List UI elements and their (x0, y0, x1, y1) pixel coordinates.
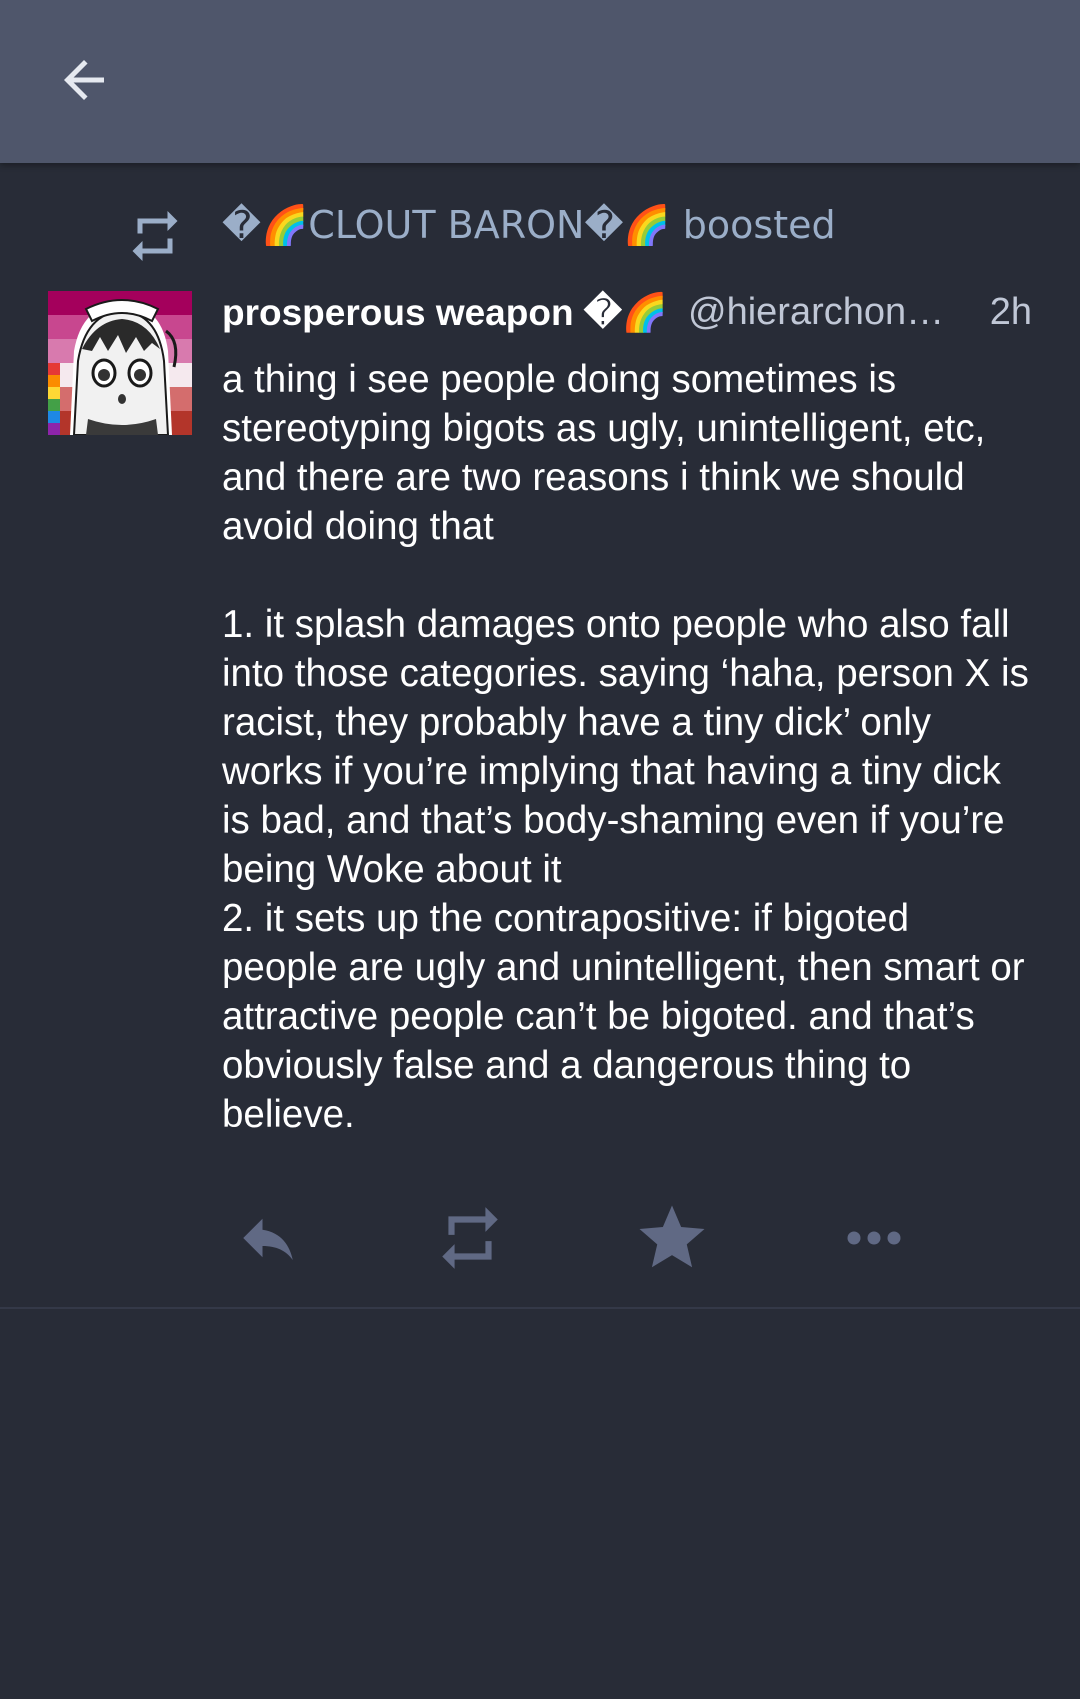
boost-text: �🌈CLOUT BARON�🌈 boosted (222, 203, 836, 247)
action-bar (222, 1198, 1032, 1278)
boost-icon (132, 211, 178, 261)
app-screen: �🌈CLOUT BARON�🌈 boosted prosperous weapo… (0, 0, 1080, 1699)
content-paragraph: a thing i see people doing sometimes is … (222, 358, 986, 548)
boost-indicator: �🌈CLOUT BARON�🌈 boosted (0, 193, 1080, 263)
more-button[interactable] (834, 1198, 914, 1278)
reply-button[interactable] (228, 1198, 308, 1278)
more-icon (847, 1231, 901, 1245)
arrow-left-icon (64, 60, 104, 100)
avatar[interactable] (48, 291, 192, 435)
status-content: a thing i see people doing sometimes is … (222, 355, 1032, 1139)
account-handle[interactable]: @hierarchon… (688, 291, 978, 334)
reply-icon (243, 1218, 293, 1260)
display-name[interactable]: prosperous weapon �🌈 (222, 291, 668, 335)
status-divider (0, 1307, 1080, 1309)
content-paragraph: 1. it splash damages onto people who als… (222, 603, 1029, 1136)
favourite-button[interactable] (632, 1198, 712, 1278)
star-icon (639, 1205, 705, 1268)
boost-icon (442, 1207, 498, 1269)
timestamp[interactable]: 2h (990, 291, 1032, 334)
status-card[interactable]: �🌈CLOUT BARON�🌈 boosted prosperous weapo… (0, 163, 1080, 1308)
avatar-image (48, 291, 192, 435)
top-bar (0, 0, 1080, 163)
boost-button[interactable] (430, 1198, 510, 1278)
status-header: prosperous weapon �🌈 @hierarchon… 2h (222, 283, 1032, 343)
back-button[interactable] (50, 50, 118, 110)
